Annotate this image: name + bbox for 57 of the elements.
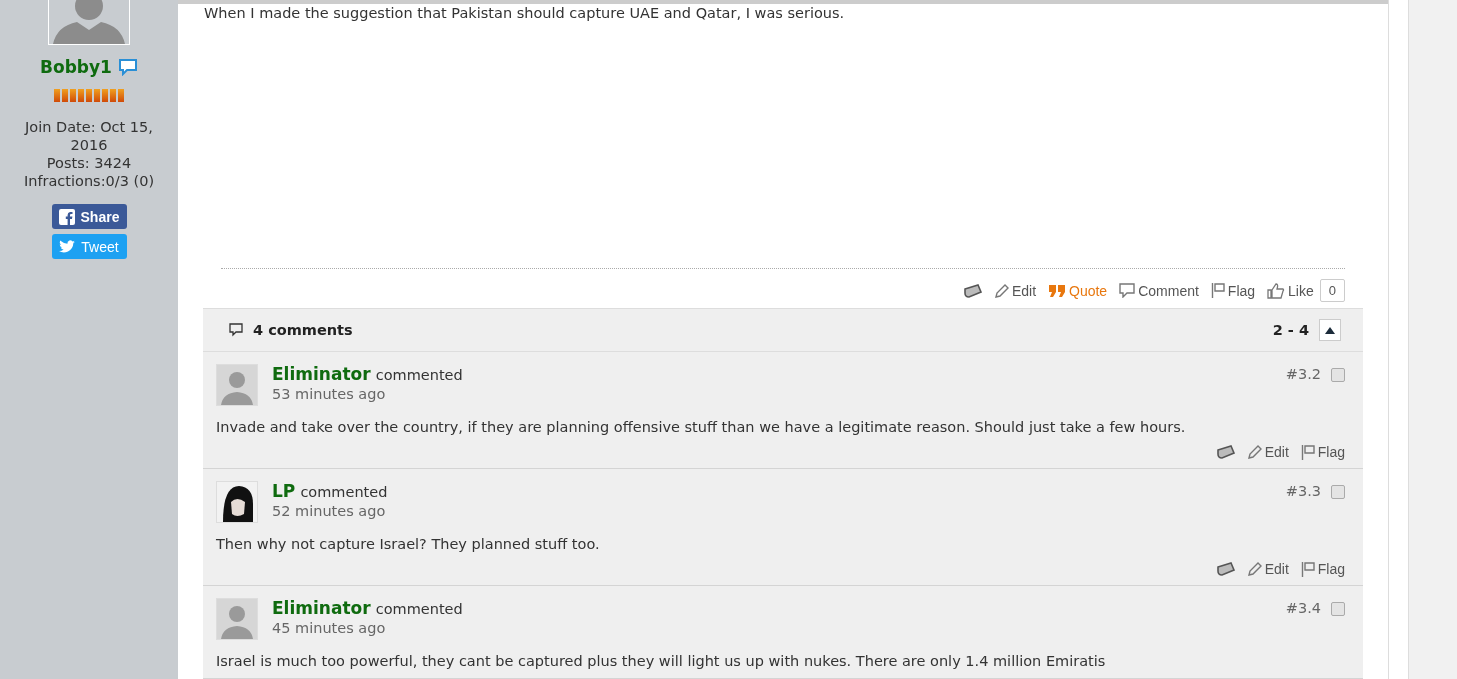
collapse-button[interactable]: [1319, 319, 1341, 341]
comment-time: 53 minutes ago: [272, 386, 387, 402]
avatar-placeholder[interactable]: [216, 364, 258, 406]
reputation-bar: [54, 89, 124, 102]
username[interactable]: Bobby1: [40, 57, 112, 77]
edit-link[interactable]: Edit: [1011, 282, 1036, 299]
like-link[interactable]: Like: [1288, 282, 1314, 299]
flag-icon: [1210, 283, 1225, 298]
comment-number[interactable]: #3.4: [1285, 600, 1321, 616]
scrollbar-track[interactable]: [1408, 0, 1457, 679]
speech-bubble-icon: [1119, 283, 1136, 298]
thumbs-up-icon: [1267, 282, 1286, 299]
checkbox[interactable]: [1331, 602, 1345, 616]
comment-text: Then why not capture Israel? They planned stuff too.: [216, 535, 601, 553]
user-info: Infractions:0/3 (0): [23, 172, 155, 190]
commented-label: commented: [300, 484, 388, 500]
comment-author[interactable]: LP: [272, 481, 296, 501]
share-button[interactable]: Share: [51, 204, 127, 229]
user-info: Join Date: Oct 15, 2016: [23, 118, 154, 154]
caret-up-icon: [1325, 326, 1335, 334]
commented-label: commented: [375, 601, 463, 617]
pencil-icon: [1247, 562, 1262, 576]
edit-link[interactable]: Edit: [1264, 561, 1289, 577]
pencil-icon: [994, 283, 1009, 298]
comment-number[interactable]: #3.2: [1285, 366, 1321, 382]
flag-icon: [1300, 561, 1315, 577]
comment-icon: [229, 323, 243, 337]
checkbox[interactable]: [1331, 368, 1345, 382]
avatar-placeholder[interactable]: [216, 598, 258, 640]
comment-author[interactable]: Eliminator: [272, 598, 371, 618]
message-icon[interactable]: [117, 58, 138, 76]
page-range: 2 - 4: [1272, 322, 1309, 338]
comment-time: 45 minutes ago: [272, 620, 387, 636]
checkbox[interactable]: [1331, 485, 1345, 499]
bird-icon: [59, 239, 76, 254]
comment-author[interactable]: Eliminator: [272, 364, 371, 384]
comment-text: Israel is much too powerful, they cant be captured plus they will light us up with nukes. There are only 1.4 million Emiratis: [216, 652, 1107, 670]
flag-link[interactable]: Flag: [1227, 282, 1256, 299]
flag-icon: [1300, 444, 1315, 460]
flag-link[interactable]: Flag: [1317, 444, 1345, 460]
comment-time: 52 minutes ago: [272, 503, 387, 519]
facebook-icon: [58, 208, 75, 225]
comment-text: Invade and take over the country, if they are planning offensive stuff than we have a legitimate reason. Should just take a few hours.: [216, 418, 1187, 436]
commented-label: commented: [375, 367, 463, 383]
like-count: 0: [1319, 279, 1345, 302]
user-info: Posts: 3424: [46, 154, 132, 172]
flag-link[interactable]: Flag: [1317, 561, 1345, 577]
edit-link[interactable]: Edit: [1264, 444, 1289, 460]
comment-link[interactable]: Comment: [1138, 282, 1199, 299]
post-text: When I made the suggestion that Pakistan should capture UAE and Qatar, I was serious.: [203, 4, 846, 23]
comment-number[interactable]: #3.3: [1285, 483, 1321, 499]
tag-icon[interactable]: [1215, 445, 1236, 459]
quote-icon: [1048, 283, 1066, 298]
tag-icon[interactable]: [1215, 562, 1236, 576]
pencil-icon: [1247, 445, 1262, 459]
comment-count: 4 comments: [253, 322, 353, 338]
tag-icon[interactable]: [962, 283, 983, 298]
